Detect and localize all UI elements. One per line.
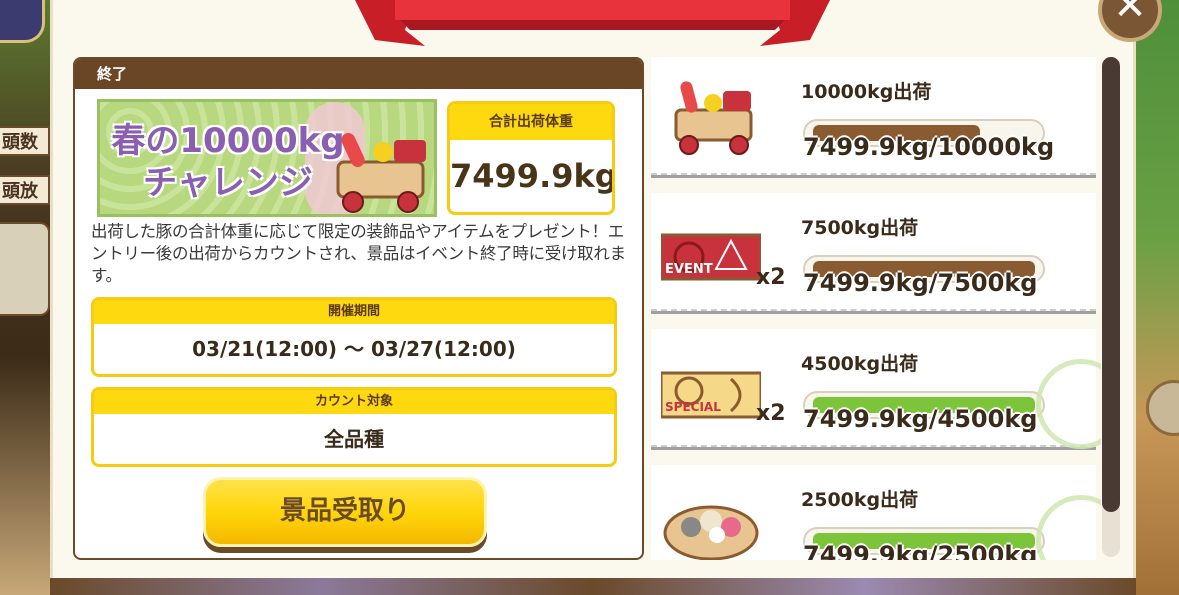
reward-list[interactable]: 10000kg出荷 7499.9kg/10000kg EVENT x2 7500…	[651, 57, 1101, 560]
brush-tool-button[interactable]	[0, 222, 50, 316]
reward-title: 7500kg出荷	[801, 217, 919, 239]
claim-rewards-button[interactable]: 景品受取り	[203, 477, 487, 547]
cart-icon	[674, 81, 753, 155]
event-description: 出荷した豚の合計体重に応じて限定の装飾品やアイテムをプレゼント！エントリー後の出…	[91, 222, 626, 285]
event-period-label: 開催期間	[94, 300, 614, 324]
reward-progress-text: 7499.9kg/7500kg	[803, 269, 1038, 297]
reward-multiplier: x2	[756, 401, 786, 426]
complete-check-icon	[1036, 495, 1101, 560]
reward-row: EVENT x2 7500kg出荷 7499.9kg/7500kg	[651, 193, 1096, 311]
special-ticket-label: SPECIAL	[665, 400, 721, 414]
player-rank-badge[interactable]	[0, 0, 45, 43]
total-weight-value: 7499.9kg	[450, 157, 615, 195]
reward-row: 10000kg出荷 7499.9kg/10000kg	[651, 57, 1096, 175]
event-banner: 春の10000kg チャレンジ	[97, 99, 437, 217]
event-period-value: 03/21(12:00) 〜 03/27(12:00)	[192, 337, 516, 361]
reward-multiplier: x2	[756, 265, 786, 290]
special-ticket-icon: SPECIAL	[661, 371, 761, 419]
reward-title: 2500kg出荷	[801, 489, 919, 511]
background-bottom-scenery	[50, 578, 1136, 595]
side-tab-release[interactable]: 頭放	[0, 175, 50, 205]
reward-title: 4500kg出荷	[801, 353, 919, 375]
event-status: 終了	[75, 59, 642, 89]
complete-check-icon	[1036, 359, 1101, 449]
side-tab-count[interactable]: 頭数	[0, 126, 50, 156]
count-target-value: 全品種	[324, 427, 384, 451]
reward-title: 10000kg出荷	[801, 81, 932, 103]
title-ribbon	[355, 0, 830, 46]
reward-progress-text: 7499.9kg/10000kg	[803, 133, 1055, 161]
event-period-box: 開催期間 03/21(12:00) 〜 03/27(12:00)	[91, 297, 617, 377]
count-target-label: カウント対象	[94, 390, 614, 414]
reward-progress-text: 7499.9kg/4500kg	[803, 405, 1038, 433]
reward-row: 2500kg出荷 7499.9kg/2500kg	[651, 465, 1101, 560]
banner-title: 春の10000kg チャレンジ	[108, 120, 348, 204]
food-bowl-icon	[663, 505, 759, 560]
event-ticket-icon: EVENT	[661, 233, 761, 281]
total-weight-box: 合計出荷体重 7499.9kg	[447, 101, 615, 215]
banner-title-line1: 春の10000kg	[111, 121, 345, 161]
event-detail-panel: 終了 春の10000kg チャレンジ 合計出荷体重 7499.9kg 出荷した豚…	[73, 57, 644, 560]
reward-progress-text: 7499.9kg/2500kg	[803, 541, 1038, 560]
cart-icon	[336, 133, 426, 213]
reward-row: SPECIAL x2 4500kg出荷 7499.9kg/4500kg	[651, 329, 1101, 449]
banner-title-line2: チャレンジ	[143, 163, 313, 203]
scrollbar-thumb[interactable]	[1102, 57, 1120, 512]
count-target-box: カウント対象 全品種	[91, 387, 617, 467]
event-ticket-label: EVENT	[665, 262, 713, 277]
total-weight-label: 合計出荷体重	[450, 104, 612, 140]
